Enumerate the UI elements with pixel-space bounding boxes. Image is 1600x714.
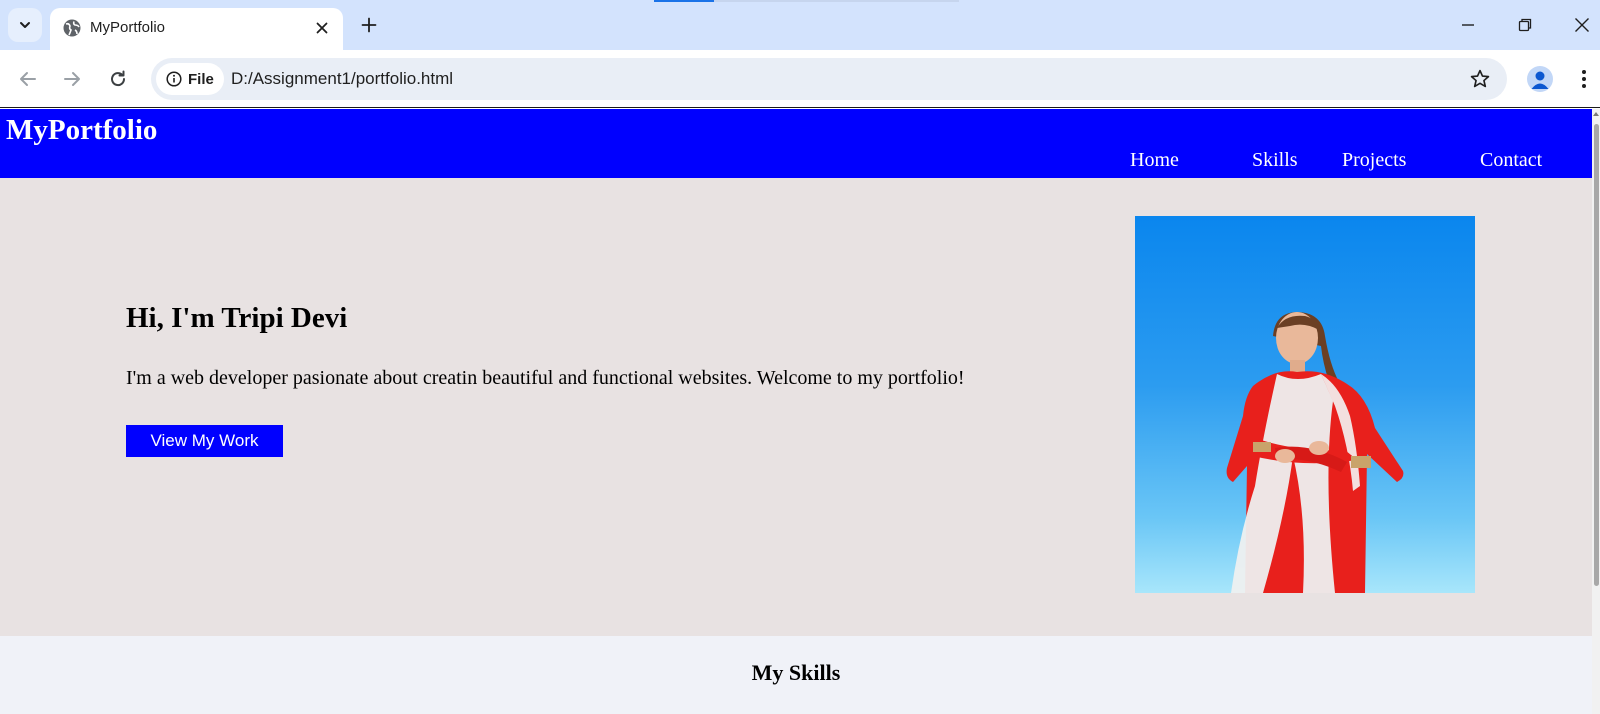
scroll-thumb[interactable] [1594, 124, 1599, 586]
nav-link-home[interactable]: Home [1130, 149, 1179, 172]
info-icon [166, 71, 182, 87]
address-bar[interactable]: File D:/Assignment1/portfolio.html [151, 58, 1507, 100]
loading-track [714, 0, 959, 2]
skills-title: My Skills [751, 660, 841, 685]
loading-indicator [654, 0, 714, 2]
close-icon [316, 22, 328, 34]
person-portrait-illustration [1226, 312, 1404, 593]
restore-icon [1518, 18, 1532, 32]
hero-title: Hi, I'm Tripi Devi [126, 302, 348, 334]
url-text[interactable]: D:/Assignment1/portfolio.html [231, 69, 453, 89]
browser-toolbar: File D:/Assignment1/portfolio.html [0, 50, 1600, 108]
hero-section: Hi, I'm Tripi Devi I'm a web developer p… [0, 178, 1592, 636]
hero-description: I'm a web developer pasionate about crea… [126, 367, 965, 389]
browser-tab-bar: MyPortfolio [0, 0, 1600, 50]
profile-photo [1135, 216, 1475, 593]
back-arrow-icon [20, 72, 36, 86]
tab-title: MyPortfolio [90, 19, 166, 36]
skills-section: My Skills [0, 636, 1592, 714]
page-viewport: MyPortfolio Home Skills Projects Contact… [0, 109, 1592, 714]
star-icon[interactable] [1469, 68, 1491, 90]
site-header: MyPortfolio Home Skills Projects Contact [0, 109, 1592, 178]
globe-icon [63, 19, 81, 37]
nav-link-contact[interactable]: Contact [1480, 149, 1542, 172]
address-chip-label: File [188, 70, 214, 88]
minimize-icon [1462, 24, 1474, 26]
menu-dots-icon [1582, 70, 1586, 88]
forward-button[interactable] [58, 65, 86, 93]
profile-icon [1531, 71, 1549, 89]
browser-menu-button[interactable] [1574, 66, 1594, 92]
profile-button[interactable] [1527, 66, 1553, 92]
back-button[interactable] [14, 65, 42, 93]
restore-button[interactable] [1508, 10, 1542, 40]
new-tab-button[interactable] [356, 12, 382, 38]
tab-search-button[interactable] [8, 8, 42, 42]
nav-link-skills[interactable]: Skills [1252, 149, 1298, 172]
plus-icon [361, 17, 377, 33]
window-close-icon [1575, 18, 1589, 32]
nav-link-projects[interactable]: Projects [1342, 149, 1406, 172]
scroll-up-arrow[interactable] [1593, 112, 1599, 116]
site-logo[interactable]: MyPortfolio [6, 114, 157, 147]
reload-button[interactable] [104, 65, 132, 93]
reload-icon [111, 70, 126, 87]
site-info-chip[interactable]: File [156, 63, 224, 95]
minimize-button[interactable] [1451, 10, 1485, 40]
chevron-down-icon [20, 22, 30, 28]
tab-close-button[interactable] [311, 17, 333, 39]
window-close-button[interactable] [1565, 10, 1599, 40]
view-my-work-button[interactable]: View My Work [126, 425, 283, 457]
browser-tab-active[interactable]: MyPortfolio [50, 8, 343, 50]
forward-arrow-icon [64, 72, 80, 86]
